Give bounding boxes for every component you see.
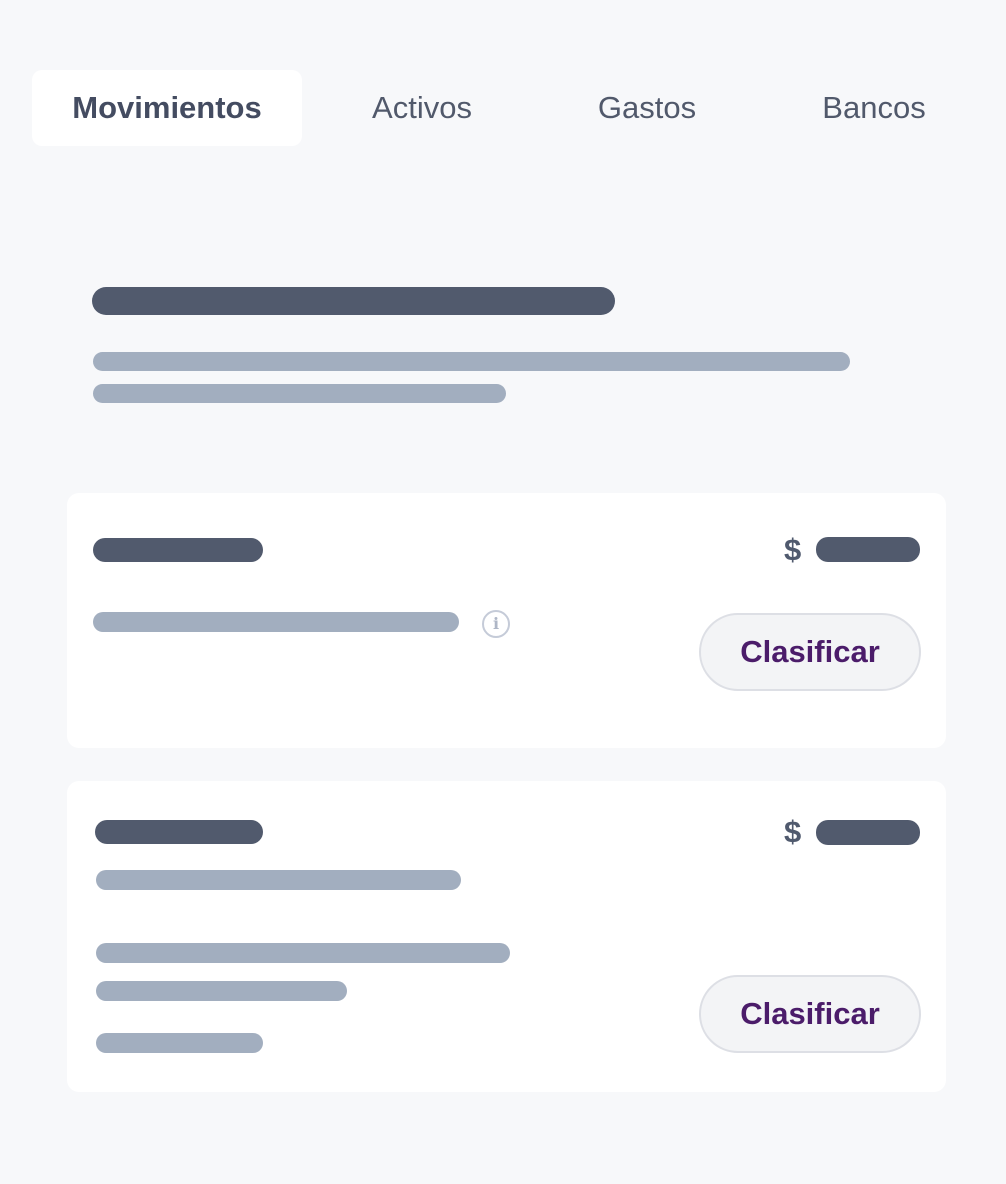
skeleton-amount bbox=[816, 820, 920, 845]
transaction-card: $ i Clasificar bbox=[67, 493, 946, 748]
classify-button[interactable]: Clasificar bbox=[699, 975, 921, 1053]
skeleton-line bbox=[93, 384, 506, 403]
tab-bancos[interactable]: Bancos bbox=[784, 70, 964, 146]
transaction-card: $ Clasificar bbox=[67, 781, 946, 1092]
skeleton-line bbox=[96, 1033, 263, 1053]
tab-gastos[interactable]: Gastos bbox=[557, 70, 737, 146]
skeleton-title bbox=[93, 538, 263, 562]
skeleton-title bbox=[92, 287, 615, 315]
tab-bar: Movimientos Activos Gastos Bancos bbox=[32, 70, 960, 146]
currency-symbol: $ bbox=[784, 814, 802, 849]
skeleton-line bbox=[93, 612, 459, 632]
info-icon[interactable]: i bbox=[482, 610, 510, 638]
classify-button[interactable]: Clasificar bbox=[699, 613, 921, 691]
skeleton-title bbox=[95, 820, 263, 844]
skeleton-line bbox=[96, 981, 347, 1001]
skeleton-amount bbox=[816, 537, 920, 562]
skeleton-line bbox=[96, 870, 461, 890]
skeleton-line bbox=[93, 352, 850, 371]
currency-symbol: $ bbox=[784, 532, 802, 567]
tab-movimientos[interactable]: Movimientos bbox=[32, 70, 302, 146]
skeleton-line bbox=[96, 943, 510, 963]
tab-activos[interactable]: Activos bbox=[332, 70, 512, 146]
